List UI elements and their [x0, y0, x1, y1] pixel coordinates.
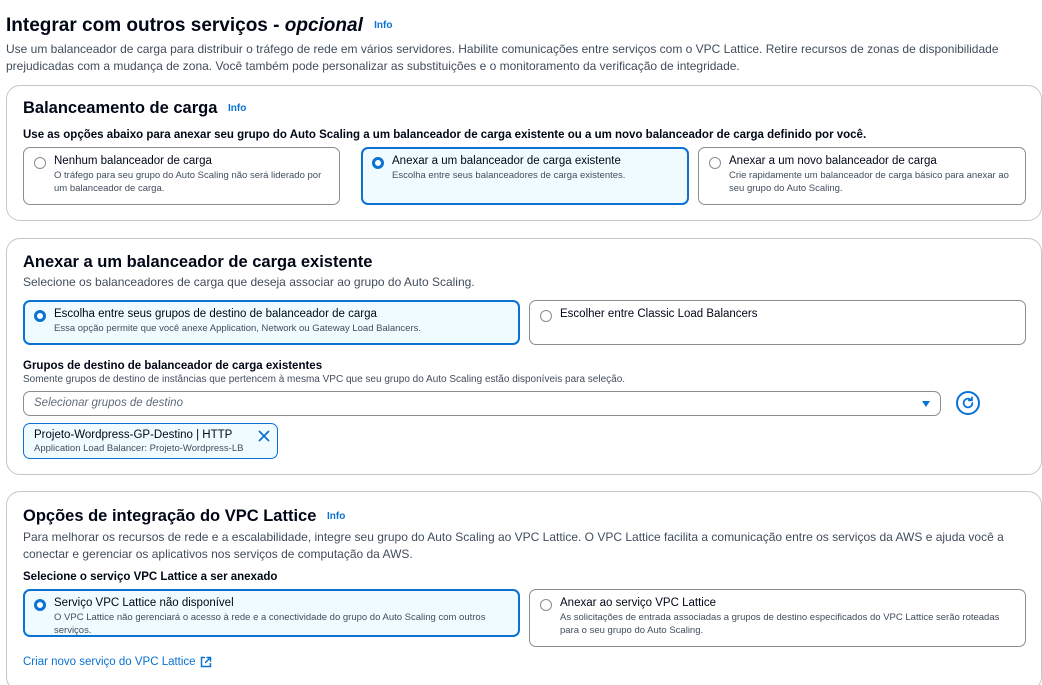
option-attach-new-load-balancer[interactable]: Anexar a um novo balanceador de carga Cr…: [698, 147, 1026, 205]
attach-existing-card: Anexar a um balanceador de carga existen…: [6, 238, 1042, 475]
radio-icon[interactable]: [540, 599, 552, 611]
refresh-button[interactable]: [956, 391, 980, 415]
page-title-optional: opcional: [284, 15, 363, 37]
option-description: O tráfego para seu grupo do Auto Scaling…: [54, 170, 322, 194]
page-title: Integrar com outros serviços - opcional …: [6, 14, 1038, 38]
page-description: Use um balanceador de carga para distrib…: [6, 42, 999, 74]
option-label: Nenhum balanceador de carga: [54, 155, 212, 167]
load-balancing-instruction: Use as opções abaixo para anexar seu gru…: [23, 129, 867, 141]
load-balancing-card: Balanceamento de carga Info Use as opçõe…: [6, 85, 1042, 221]
token-sublabel: Application Load Balancer: Projeto-Wordp…: [34, 443, 244, 454]
attach-existing-title: Anexar a um balanceador de carga existen…: [23, 253, 373, 271]
option-label: Anexar a um novo balanceador de carga: [729, 155, 937, 167]
page-info-link[interactable]: Info: [374, 20, 392, 31]
radio-icon[interactable]: [709, 157, 721, 169]
option-attach-existing-load-balancer[interactable]: Anexar a um balanceador de carga existen…: [361, 147, 689, 205]
vpc-lattice-description: Para melhorar os recursos de rede e a es…: [23, 530, 1004, 561]
option-description: As solicitações de entrada associadas a …: [560, 612, 1000, 636]
create-vpc-lattice-link-text[interactable]: Criar novo serviço do VPC Lattice: [23, 656, 196, 668]
option-label: Escolha entre seus grupos de destino de …: [54, 308, 377, 320]
caret-down-icon[interactable]: [922, 401, 930, 407]
load-balancing-info-link[interactable]: Info: [228, 103, 246, 114]
option-description: O VPC Lattice não gerenciará o acesso à …: [54, 612, 486, 636]
create-vpc-lattice-link[interactable]: Criar novo serviço do VPC Lattice: [23, 656, 212, 668]
target-groups-select[interactable]: Selecionar grupos de destino: [23, 391, 941, 416]
option-attach-vpc-lattice[interactable]: Anexar ao serviço VPC Lattice As solicit…: [529, 589, 1026, 647]
option-description: Crie rapidamente um balanceador de carga…: [729, 170, 1009, 194]
option-vpc-lattice-unavailable[interactable]: Serviço VPC Lattice não disponível O VPC…: [23, 589, 520, 637]
option-label: Anexar a um balanceador de carga existen…: [392, 155, 621, 167]
load-balancing-title-text: Balanceamento de carga: [23, 99, 218, 117]
radio-icon-selected[interactable]: [34, 310, 46, 322]
select-placeholder: Selecionar grupos de destino: [34, 397, 183, 409]
target-group-token: Projeto-Wordpress-GP-Destino | HTTP Appl…: [23, 423, 278, 459]
vpc-lattice-title-text: Opções de integração do VPC Lattice: [23, 507, 317, 525]
token-label: Projeto-Wordpress-GP-Destino | HTTP: [34, 429, 233, 441]
target-groups-label: Grupos de destino de balanceador de carg…: [23, 360, 323, 372]
page-title-text: Integrar com outros serviços -: [6, 15, 285, 37]
vpc-lattice-select-label: Selecione o serviço VPC Lattice a ser an…: [23, 571, 278, 583]
option-label: Serviço VPC Lattice não disponível: [54, 597, 234, 609]
vpc-lattice-info-link[interactable]: Info: [327, 511, 345, 522]
page-header: Integrar com outros serviços - opcional …: [6, 14, 1038, 75]
vpc-lattice-title: Opções de integração do VPC Lattice Info: [23, 507, 345, 526]
attach-existing-description: Selecione os balanceadores de carga que …: [23, 275, 475, 289]
refresh-icon: [962, 396, 974, 409]
option-description: Escolha entre seus balanceadores de carg…: [392, 170, 626, 181]
load-balancing-title: Balanceamento de carga Info: [23, 99, 246, 118]
option-label: Escolher entre Classic Load Balancers: [560, 308, 758, 320]
vpc-lattice-card: Opções de integração do VPC Lattice Info…: [6, 491, 1042, 685]
option-description: Essa opção permite que você anexe Applic…: [54, 323, 422, 334]
option-label: Anexar ao serviço VPC Lattice: [560, 597, 716, 609]
radio-icon-selected[interactable]: [34, 599, 46, 611]
option-classic-load-balancers[interactable]: Escolher entre Classic Load Balancers: [529, 300, 1026, 345]
close-icon[interactable]: [258, 430, 270, 442]
target-groups-description: Somente grupos de destino de instâncias …: [23, 374, 626, 385]
option-no-load-balancer[interactable]: Nenhum balanceador de carga O tráfego pa…: [23, 147, 340, 205]
option-target-groups[interactable]: Escolha entre seus grupos de destino de …: [23, 300, 520, 345]
radio-icon-selected[interactable]: [372, 157, 384, 169]
radio-icon[interactable]: [540, 310, 552, 322]
external-link-icon: [200, 656, 211, 668]
radio-icon[interactable]: [34, 157, 46, 169]
